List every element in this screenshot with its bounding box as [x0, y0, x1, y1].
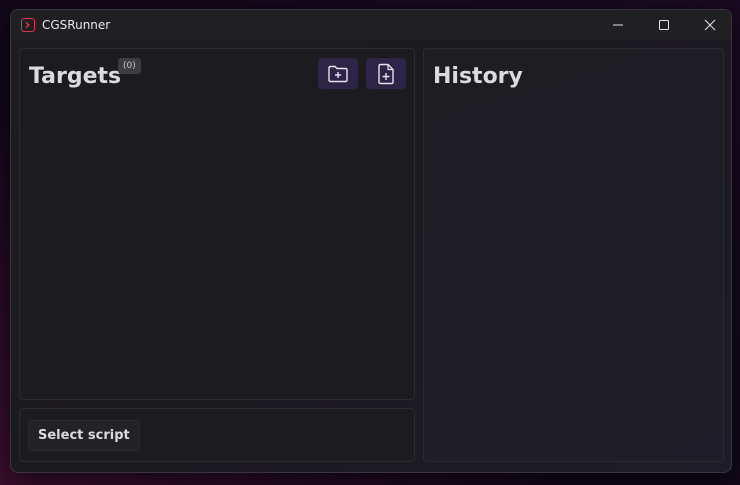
close-icon [704, 19, 716, 31]
history-panel: History [423, 48, 724, 462]
minimize-icon [613, 24, 623, 26]
add-folder-icon [328, 65, 348, 82]
select-script-button[interactable]: Select script [28, 420, 140, 451]
minimize-button[interactable] [595, 10, 641, 40]
window-title: CGSRunner [42, 18, 111, 32]
add-file-button[interactable] [366, 58, 406, 89]
targets-heading: Targets [29, 64, 122, 89]
title-bar[interactable]: CGSRunner [11, 10, 731, 40]
history-heading: History [433, 64, 523, 89]
add-folder-button[interactable] [318, 58, 358, 89]
app-window: CGSRunner Targets (0) Select script Hist… [10, 9, 732, 473]
close-button[interactable] [687, 10, 731, 40]
script-panel: Select script [19, 408, 415, 462]
targets-panel: Targets (0) [19, 48, 415, 400]
terminal-prompt-icon [21, 18, 35, 32]
add-file-icon [378, 63, 394, 84]
targets-count-badge: (0) [118, 58, 141, 74]
maximize-button[interactable] [641, 10, 687, 40]
maximize-icon [659, 20, 669, 30]
